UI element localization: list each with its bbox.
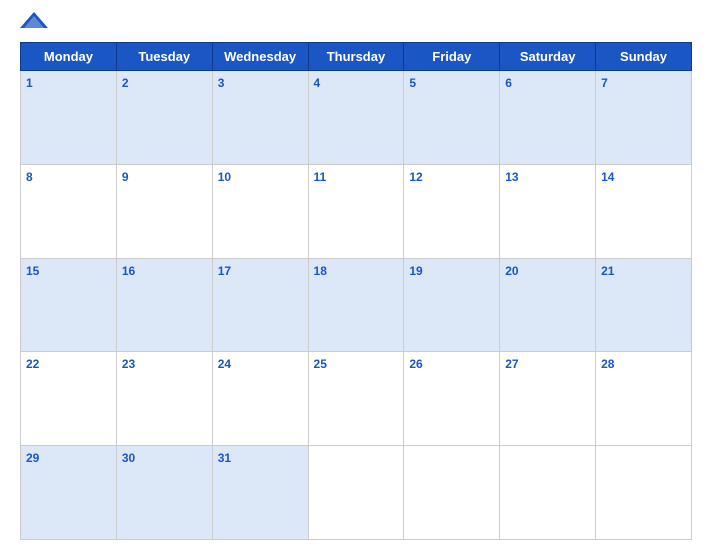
day-number: 26 [409, 357, 422, 371]
day-number: 27 [505, 357, 518, 371]
day-number: 7 [601, 76, 608, 90]
day-number: 21 [601, 264, 614, 278]
calendar-cell: 20 [500, 258, 596, 352]
calendar-cell: 21 [596, 258, 692, 352]
day-number: 31 [218, 451, 231, 465]
calendar-cell: 22 [21, 352, 117, 446]
day-number: 22 [26, 357, 39, 371]
day-number: 9 [122, 170, 129, 184]
day-number: 29 [26, 451, 39, 465]
calendar-cell: 2 [116, 71, 212, 165]
calendar-cell: 16 [116, 258, 212, 352]
calendar-cell: 1 [21, 71, 117, 165]
week-row-2: 8 9 10 11 12 13 14 [21, 164, 692, 258]
day-number: 8 [26, 170, 33, 184]
week-row-5: 29 30 31 [21, 446, 692, 540]
calendar-cell: 29 [21, 446, 117, 540]
calendar-cell: 19 [404, 258, 500, 352]
weekday-header-row: MondayTuesdayWednesdayThursdayFridaySatu… [21, 43, 692, 71]
calendar-cell: 6 [500, 71, 596, 165]
calendar-cell: 12 [404, 164, 500, 258]
calendar-cell [308, 446, 404, 540]
day-number: 1 [26, 76, 33, 90]
calendar-cell: 8 [21, 164, 117, 258]
calendar-cell [404, 446, 500, 540]
day-number: 4 [314, 76, 321, 90]
calendar-cell: 23 [116, 352, 212, 446]
calendar-cell: 28 [596, 352, 692, 446]
day-number: 3 [218, 76, 225, 90]
calendar-table: MondayTuesdayWednesdayThursdayFridaySatu… [20, 42, 692, 540]
weekday-header-wednesday: Wednesday [212, 43, 308, 71]
calendar-cell: 11 [308, 164, 404, 258]
day-number: 6 [505, 76, 512, 90]
day-number: 30 [122, 451, 135, 465]
day-number: 10 [218, 170, 231, 184]
day-number: 18 [314, 264, 327, 278]
day-number: 2 [122, 76, 129, 90]
calendar-cell: 14 [596, 164, 692, 258]
week-row-3: 15 16 17 18 19 20 21 [21, 258, 692, 352]
day-number: 11 [314, 170, 327, 184]
calendar-cell [500, 446, 596, 540]
calendar-cell: 17 [212, 258, 308, 352]
week-row-4: 22 23 24 25 26 27 28 [21, 352, 692, 446]
day-number: 17 [218, 264, 231, 278]
day-number: 28 [601, 357, 614, 371]
day-number: 12 [409, 170, 422, 184]
logo-header [20, 10, 692, 32]
weekday-header-friday: Friday [404, 43, 500, 71]
calendar-cell: 18 [308, 258, 404, 352]
weekday-header-monday: Monday [21, 43, 117, 71]
calendar-cell: 9 [116, 164, 212, 258]
day-number: 23 [122, 357, 135, 371]
weekday-header-saturday: Saturday [500, 43, 596, 71]
calendar-cell: 30 [116, 446, 212, 540]
day-number: 5 [409, 76, 416, 90]
day-number: 16 [122, 264, 135, 278]
day-number: 19 [409, 264, 422, 278]
calendar-cell: 31 [212, 446, 308, 540]
calendar-cell: 27 [500, 352, 596, 446]
weekday-header-thursday: Thursday [308, 43, 404, 71]
calendar-cell: 26 [404, 352, 500, 446]
weekday-header-sunday: Sunday [596, 43, 692, 71]
day-number: 14 [601, 170, 614, 184]
calendar-cell: 15 [21, 258, 117, 352]
calendar-cell: 24 [212, 352, 308, 446]
calendar-cell: 13 [500, 164, 596, 258]
weekday-header-tuesday: Tuesday [116, 43, 212, 71]
week-row-1: 1 2 3 4 5 6 7 [21, 71, 692, 165]
day-number: 24 [218, 357, 231, 371]
day-number: 13 [505, 170, 518, 184]
day-number: 15 [26, 264, 39, 278]
calendar-cell: 10 [212, 164, 308, 258]
calendar-cell [596, 446, 692, 540]
calendar-cell: 4 [308, 71, 404, 165]
day-number: 25 [314, 357, 327, 371]
calendar-cell: 5 [404, 71, 500, 165]
logo [20, 10, 56, 32]
calendar-cell: 7 [596, 71, 692, 165]
calendar-cell: 3 [212, 71, 308, 165]
calendar-cell: 25 [308, 352, 404, 446]
day-number: 20 [505, 264, 518, 278]
logo-bird-icon [20, 10, 48, 32]
